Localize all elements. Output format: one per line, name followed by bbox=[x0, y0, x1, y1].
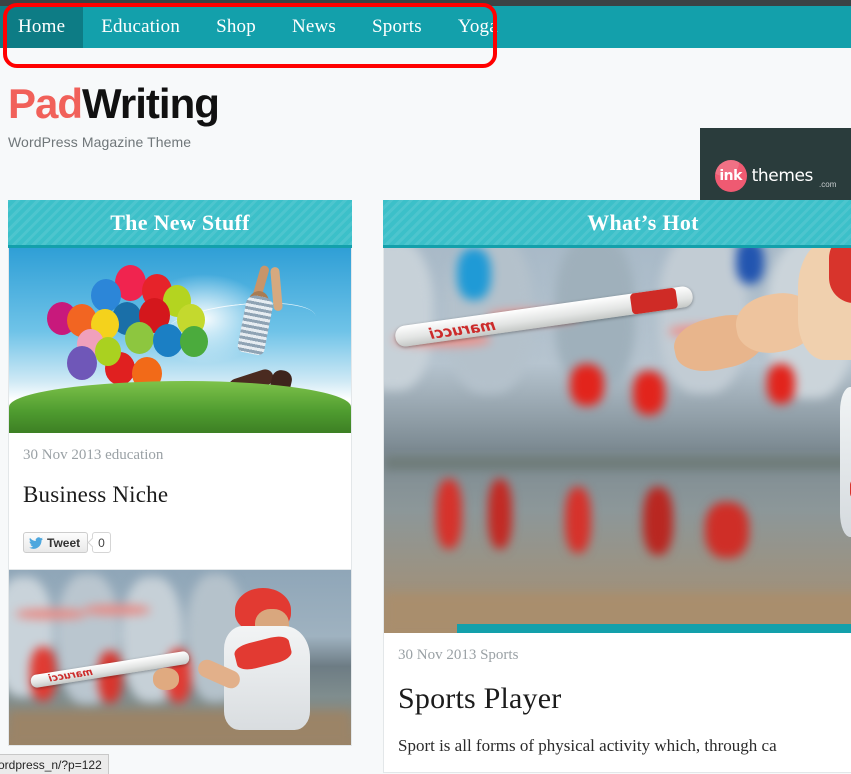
balloon bbox=[94, 336, 121, 366]
post-thumbnail-baseball-swing[interactable]: marucci bbox=[9, 570, 351, 745]
balloon bbox=[125, 322, 155, 354]
nav-item-yoga[interactable]: Yoga bbox=[440, 6, 516, 48]
ad-tld-text: .com bbox=[819, 180, 837, 189]
nav-label: Sports bbox=[372, 16, 422, 37]
crowd-stripe bbox=[15, 608, 86, 619]
nav-label: Shop bbox=[216, 16, 256, 37]
balloon bbox=[180, 325, 208, 357]
ad-mark-text: ink bbox=[719, 168, 742, 184]
nav-label: News bbox=[291, 16, 337, 37]
nav-label: Education bbox=[101, 16, 181, 37]
post-title-link[interactable]: Sports Player bbox=[398, 682, 851, 716]
dugout-rail bbox=[384, 455, 851, 470]
batter-hands bbox=[152, 668, 179, 690]
post-accent-bar bbox=[456, 624, 851, 633]
logo-text-primary: Pad bbox=[8, 80, 83, 127]
section-heading-new-stuff: The New Stuff bbox=[8, 200, 352, 248]
crowd-blue-accent bbox=[736, 248, 765, 285]
ad-word-text: themes bbox=[751, 166, 814, 186]
grass-field bbox=[9, 381, 351, 433]
batter-jersey bbox=[839, 386, 851, 537]
site-logo: PadWriting bbox=[8, 80, 220, 127]
nav-item-home[interactable]: Home bbox=[0, 6, 84, 48]
player-leg bbox=[487, 479, 512, 549]
nav-label: Home bbox=[18, 16, 66, 37]
player-leg bbox=[435, 479, 462, 549]
twitter-bird-icon bbox=[29, 536, 43, 549]
post-excerpt: Sport is all forms of physical activity … bbox=[398, 736, 777, 755]
tweet-count-badge[interactable]: 0 bbox=[92, 532, 111, 553]
nav-item-news[interactable]: News bbox=[274, 6, 354, 48]
post-meta: 30 Nov 2013 education bbox=[23, 447, 164, 463]
crowd-blue-accent bbox=[456, 248, 491, 300]
post-meta: 30 Nov 2013 Sports bbox=[398, 647, 519, 663]
crowd-red-accent bbox=[632, 371, 665, 416]
nav-item-sports[interactable]: Sports bbox=[354, 6, 440, 48]
player-leg bbox=[643, 486, 673, 555]
post-card-sports-player-left: marucci bbox=[8, 570, 352, 746]
crowd-figure bbox=[384, 248, 433, 391]
crowd-red-accent bbox=[767, 363, 796, 404]
ad-logo: ink themes .com bbox=[714, 160, 837, 192]
browser-status-bar: ordpress_n/?p=122 bbox=[0, 754, 109, 774]
post-card-business-niche: 30 Nov 2013 education Business Niche Twe… bbox=[8, 248, 352, 570]
balloon bbox=[67, 346, 98, 381]
post-card-body: 30 Nov 2013 education Business Niche Twe… bbox=[9, 433, 351, 569]
tweet-button[interactable]: Tweet bbox=[23, 532, 89, 553]
tweet-button-label: Tweet bbox=[47, 535, 81, 550]
player-leg bbox=[565, 486, 592, 553]
social-share-row: Tweet 0 bbox=[23, 532, 337, 553]
site-tagline: WordPress Magazine Theme bbox=[8, 134, 192, 150]
post-card-sports-player: marucci 30 Nov 2013 Sports Sports Player… bbox=[383, 248, 851, 773]
nav-label: Yoga bbox=[457, 16, 498, 37]
player-leg bbox=[705, 502, 750, 559]
post-thumbnail-balloons[interactable] bbox=[9, 248, 351, 433]
column-whats-hot: What’s Hot marucci 30 Nov 2013 Sports Sp… bbox=[383, 200, 851, 773]
logo-text-secondary: Writing bbox=[82, 80, 220, 127]
primary-navigation: Home Education Shop News Sports Yoga bbox=[0, 6, 851, 48]
status-bar-url: ordpress_n/?p=122 bbox=[0, 757, 102, 772]
nav-item-education[interactable]: Education bbox=[83, 6, 198, 48]
post-title-link[interactable]: Business Niche bbox=[23, 482, 337, 508]
balloon bbox=[152, 323, 183, 357]
post-thumbnail-bat-closeup[interactable]: marucci bbox=[384, 248, 851, 633]
section-heading-whats-hot: What’s Hot bbox=[383, 200, 851, 248]
site-branding[interactable]: PadWriting WordPress Magazine Theme bbox=[8, 80, 220, 151]
nav-item-shop[interactable]: Shop bbox=[198, 6, 274, 48]
crowd-stripe bbox=[84, 605, 151, 615]
ink-circle-icon: ink bbox=[714, 160, 747, 192]
site-header: PadWriting WordPress Magazine Theme ink … bbox=[0, 48, 851, 224]
crowd-red-accent bbox=[570, 363, 605, 406]
column-the-new-stuff: The New Stuff 30 Nov 2013 education Busi… bbox=[8, 200, 352, 746]
post-card-body: 30 Nov 2013 Sports Sports Player Sport i… bbox=[384, 633, 851, 772]
